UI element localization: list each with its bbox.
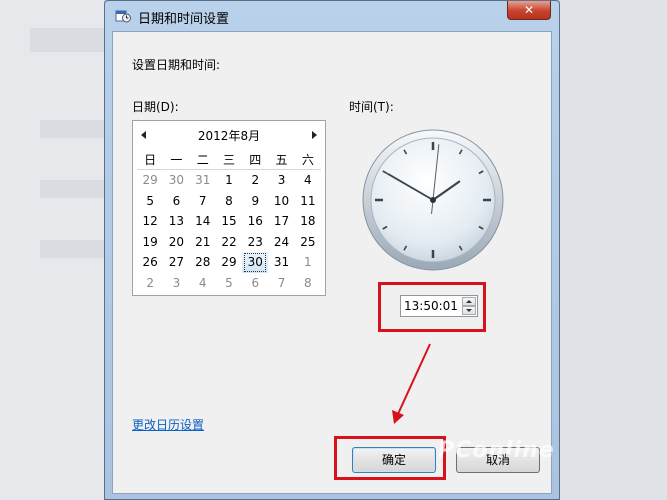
calendar-day[interactable]: 1: [216, 170, 242, 191]
dialog-body: 设置日期和时间: 日期(D): 时间(T): 2012年8月 日一二三四五六 2…: [112, 31, 552, 494]
weekday-label: 三: [222, 153, 235, 167]
calendar-day[interactable]: 5: [216, 273, 242, 294]
calendar-day[interactable]: 8: [216, 191, 242, 212]
calendar-day[interactable]: 31: [268, 252, 294, 273]
calendar-day[interactable]: 24: [268, 232, 294, 253]
calendar-month-title[interactable]: 2012年8月: [133, 127, 325, 144]
calendar-day[interactable]: 27: [163, 252, 189, 273]
close-button[interactable]: ✕: [507, 1, 551, 20]
calendar-day[interactable]: 19: [137, 232, 163, 253]
calendar-day[interactable]: 1: [295, 252, 321, 273]
calendar-day[interactable]: 29: [216, 252, 242, 273]
calendar-day[interactable]: 16: [242, 211, 268, 232]
calendar-day[interactable]: 6: [163, 191, 189, 212]
calendar-day[interactable]: 25: [295, 232, 321, 253]
calendar-day[interactable]: 31: [190, 170, 216, 191]
background-strip: [40, 180, 104, 198]
analog-clock: [362, 129, 504, 271]
calendar-days: 29 30 31 1 2 3 4 5 6 7 8 9 10 11 12 13 14 15 16 17 18 19 20 21 2…: [137, 170, 321, 293]
window-title: 日期和时间设置: [138, 12, 230, 27]
calendar-day[interactable]: 26: [137, 252, 163, 273]
calendar-day[interactable]: 9: [242, 191, 268, 212]
calendar-day[interactable]: 21: [190, 232, 216, 253]
weekday-label: 日: [144, 153, 157, 167]
weekday-label: 五: [275, 153, 288, 167]
weekday-label: 二: [196, 153, 209, 167]
date-time-dialog: 日期和时间设置 ✕ 设置日期和时间: 日期(D): 时间(T): 2012年8月…: [104, 0, 560, 500]
instruction-text: 设置日期和时间:: [132, 58, 221, 72]
calendar-day[interactable]: 10: [268, 191, 294, 212]
calendar-day[interactable]: 29: [137, 170, 163, 191]
calendar-day[interactable]: 28: [190, 252, 216, 273]
annotation-arrow: [392, 343, 431, 424]
weekday-label: 六: [301, 153, 314, 167]
calendar-day[interactable]: 20: [163, 232, 189, 253]
watermark: PConline: [438, 438, 555, 463]
background-strip: [40, 240, 104, 258]
background-strip: [30, 28, 104, 52]
calendar-day[interactable]: 4: [190, 273, 216, 294]
calendar-day[interactable]: 6: [242, 273, 268, 294]
calendar-day[interactable]: 11: [295, 191, 321, 212]
calendar-day[interactable]: 18: [295, 211, 321, 232]
weekday-label: 四: [249, 153, 262, 167]
weekday-header: 日一二三四五六: [137, 151, 321, 170]
calendar-day[interactable]: 3: [268, 170, 294, 191]
title-bar[interactable]: 日期和时间设置 ✕: [105, 1, 559, 31]
calendar-day[interactable]: 2: [242, 170, 268, 191]
calendar-day[interactable]: 8: [295, 273, 321, 294]
calendar[interactable]: 2012年8月 日一二三四五六 29 30 31 1 2 3 4 5 6 7 8 9 10 11 12 13 1…: [132, 120, 326, 296]
time-highlight-box: [378, 282, 486, 332]
calendar-day[interactable]: 12: [137, 211, 163, 232]
calendar-day[interactable]: 4: [295, 170, 321, 191]
calendar-day[interactable]: 3: [163, 273, 189, 294]
calendar-day[interactable]: 7: [268, 273, 294, 294]
calendar-day[interactable]: 2: [137, 273, 163, 294]
calendar-day[interactable]: 5: [137, 191, 163, 212]
calendar-day[interactable]: 22: [216, 232, 242, 253]
time-label: 时间(T):: [349, 100, 394, 114]
calendar-day[interactable]: 30: [163, 170, 189, 191]
calendar-day[interactable]: 23: [242, 232, 268, 253]
calendar-day[interactable]: 7: [190, 191, 216, 212]
background-window-right: [560, 0, 667, 500]
change-calendar-settings-link[interactable]: 更改日历设置: [132, 416, 204, 433]
ok-highlight-box: [334, 436, 446, 480]
calendar-day-selected[interactable]: 30: [242, 252, 269, 273]
date-label: 日期(D):: [132, 100, 179, 114]
weekday-label: 一: [170, 153, 183, 167]
calendar-day[interactable]: 14: [190, 211, 216, 232]
calendar-day[interactable]: 13: [163, 211, 189, 232]
background-strip: [40, 120, 104, 138]
close-icon: ✕: [523, 3, 535, 17]
calendar-clock-icon: [115, 10, 131, 23]
calendar-day[interactable]: 17: [268, 211, 294, 232]
clock-center: [430, 197, 436, 203]
calendar-day[interactable]: 15: [216, 211, 242, 232]
next-month-button[interactable]: [312, 131, 317, 139]
